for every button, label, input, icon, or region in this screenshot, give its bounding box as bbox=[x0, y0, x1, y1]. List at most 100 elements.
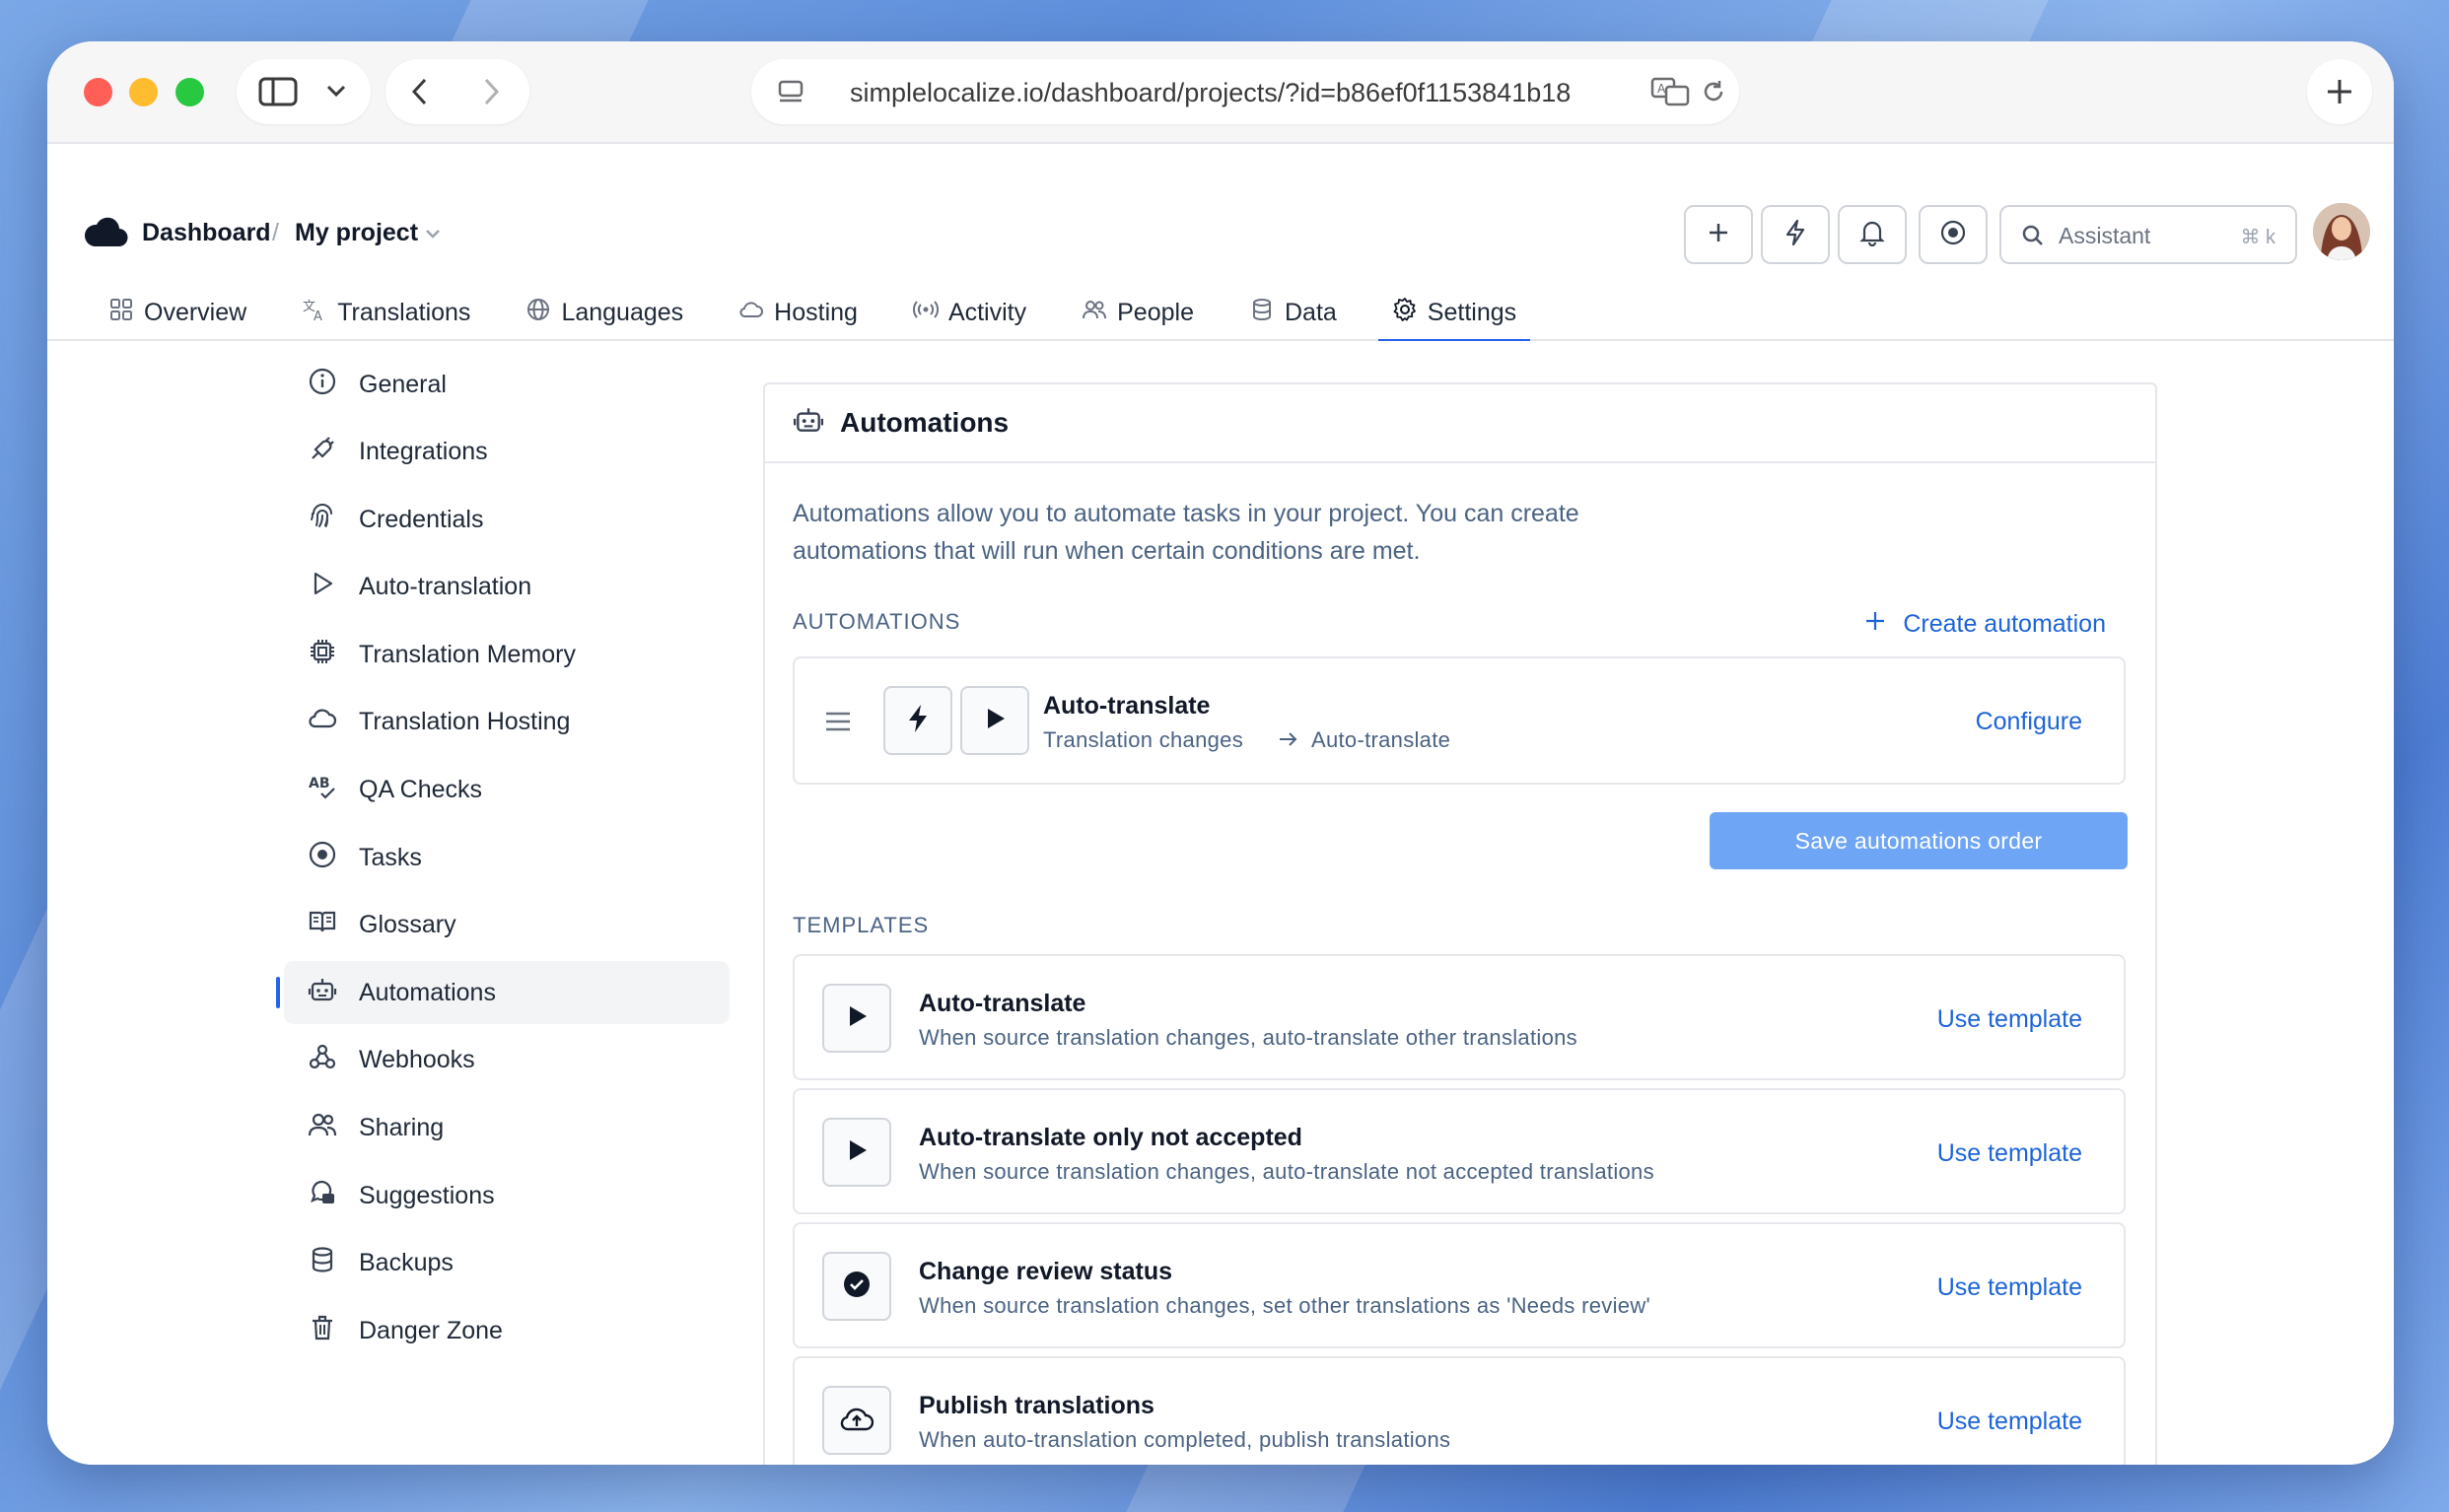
chevron-down-icon[interactable] bbox=[325, 83, 347, 99]
sidebar-item-label: Integrations bbox=[359, 438, 488, 466]
sidebar-item-label: Suggestions bbox=[359, 1181, 495, 1209]
cloud-icon bbox=[308, 704, 359, 740]
sidebar-item-glossary[interactable]: Glossary bbox=[284, 894, 730, 957]
breadcrumb-dashboard[interactable]: Dashboard bbox=[142, 219, 271, 247]
template-title: Change review status bbox=[919, 1258, 1173, 1285]
sidebar-item-sharing[interactable]: Sharing bbox=[284, 1097, 730, 1160]
chevron-down-icon[interactable] bbox=[424, 227, 442, 245]
template-icon-box bbox=[822, 1252, 891, 1321]
cloud-upload-icon bbox=[840, 1404, 875, 1438]
tab-overview[interactable]: Overview bbox=[95, 286, 260, 339]
robot-icon bbox=[308, 975, 359, 1011]
search-icon bbox=[2021, 224, 2045, 252]
panel-description: Automations allow you to automate tasks … bbox=[793, 500, 1579, 565]
plus-icon bbox=[1863, 609, 1887, 640]
quick-actions-button[interactable] bbox=[1761, 205, 1830, 264]
tab-settings[interactable]: Settings bbox=[1377, 286, 1531, 343]
play-icon bbox=[308, 569, 359, 605]
sidebar-item-label: Glossary bbox=[359, 911, 456, 939]
sidebar-item-qa-checks[interactable]: AB QA Checks bbox=[284, 759, 730, 822]
sidebar-item-integrations[interactable]: Integrations bbox=[284, 421, 730, 484]
check-circle-icon bbox=[842, 1270, 872, 1304]
url-text[interactable]: simplelocalize.io/dashboard/projects/?id… bbox=[850, 78, 1619, 108]
create-automation-link[interactable]: Create automation bbox=[1863, 609, 2106, 640]
sidebar-toggle-group bbox=[237, 59, 371, 124]
app-header: Dashboard / My project Assistant ⌘ k Ove… bbox=[47, 144, 2394, 343]
tab-label: Hosting bbox=[774, 298, 858, 326]
add-button[interactable] bbox=[1684, 205, 1753, 264]
tab-translations[interactable]: 文A Translations bbox=[288, 286, 484, 339]
use-template-link[interactable]: Use template bbox=[1937, 1273, 2082, 1302]
target-icon bbox=[308, 840, 359, 876]
project-selector[interactable]: My project bbox=[295, 219, 418, 247]
play-icon bbox=[982, 706, 1008, 736]
cloud-logo-icon[interactable] bbox=[84, 215, 128, 253]
assistant-search[interactable]: Assistant ⌘ k bbox=[1999, 205, 2297, 264]
sidebar-item-backups[interactable]: Backups bbox=[284, 1232, 730, 1295]
sidebar-item-danger-zone[interactable]: Danger Zone bbox=[284, 1299, 730, 1362]
new-tab-button[interactable] bbox=[2307, 59, 2372, 124]
lightning-icon bbox=[904, 703, 932, 739]
template-description: When source translation changes, auto-tr… bbox=[919, 1025, 1577, 1050]
template-title: Publish translations bbox=[919, 1392, 1155, 1419]
reload-icon[interactable] bbox=[1700, 78, 1727, 105]
sidebar-item-label: QA Checks bbox=[359, 776, 483, 804]
templates-section-label: TEMPLATES bbox=[793, 913, 930, 937]
template-icon-box bbox=[822, 984, 891, 1053]
translate-page-icon[interactable]: A bbox=[1650, 76, 1690, 107]
sidebar-item-auto-translation[interactable]: Auto-translation bbox=[284, 556, 730, 619]
minimize-window-button[interactable] bbox=[129, 78, 158, 106]
drag-handle-icon[interactable] bbox=[824, 710, 852, 738]
sidebar-item-label: Webhooks bbox=[359, 1046, 475, 1074]
template-title: Auto-translate only not accepted bbox=[919, 1124, 1302, 1151]
sidebar-item-credentials[interactable]: Credentials bbox=[284, 488, 730, 551]
sidebar-item-label: Backups bbox=[359, 1249, 454, 1277]
back-arrow-icon[interactable] bbox=[409, 77, 431, 106]
sidebar-item-suggestions[interactable]: Suggestions bbox=[284, 1164, 730, 1227]
sidebar-item-general[interactable]: General bbox=[284, 353, 730, 416]
save-automations-order-button[interactable]: Save automations order bbox=[1710, 812, 2128, 869]
forward-arrow-icon[interactable] bbox=[480, 77, 502, 106]
notifications-button[interactable] bbox=[1838, 205, 1907, 264]
sidebar-item-label: Translation Hosting bbox=[359, 708, 571, 736]
address-bar[interactable]: simplelocalize.io/dashboard/projects/?id… bbox=[751, 59, 1739, 124]
tab-label: People bbox=[1117, 298, 1194, 326]
sidebar-toggle-icon[interactable] bbox=[258, 77, 298, 106]
use-template-link[interactable]: Use template bbox=[1937, 1005, 2082, 1034]
tab-label: Activity bbox=[947, 298, 1027, 326]
template-description: When source translation changes, set oth… bbox=[919, 1293, 1651, 1318]
sidebar-item-label: Automations bbox=[359, 978, 496, 1006]
lightning-icon bbox=[1784, 219, 1807, 251]
webhook-icon bbox=[308, 1042, 359, 1078]
robot-icon bbox=[793, 404, 824, 443]
create-automation-label: Create automation bbox=[1903, 610, 2106, 638]
automation-row: Auto-translate Translation changes Auto-… bbox=[793, 656, 2126, 785]
use-template-link[interactable]: Use template bbox=[1937, 1139, 2082, 1168]
record-button[interactable] bbox=[1919, 205, 1988, 264]
users-icon bbox=[1082, 297, 1107, 329]
sidebar-item-tasks[interactable]: Tasks bbox=[284, 826, 730, 889]
avatar[interactable] bbox=[2313, 203, 2370, 260]
sidebar-item-translation-memory[interactable]: Translation Memory bbox=[284, 623, 730, 686]
plug-icon bbox=[308, 434, 359, 470]
template-row: Publish translations When auto-translati… bbox=[793, 1356, 2126, 1465]
gear-icon bbox=[1392, 297, 1418, 329]
record-icon bbox=[1939, 219, 1967, 251]
tab-data[interactable]: Data bbox=[1235, 286, 1351, 339]
sidebar-item-automations[interactable]: Automations bbox=[276, 961, 730, 1025]
configure-link[interactable]: Configure bbox=[1976, 708, 2082, 736]
tab-languages[interactable]: Languages bbox=[512, 286, 697, 339]
tab-activity[interactable]: Activity bbox=[899, 286, 1040, 339]
sidebar-item-webhooks[interactable]: Webhooks bbox=[284, 1029, 730, 1092]
trash-icon bbox=[308, 1313, 359, 1349]
close-window-button[interactable] bbox=[84, 78, 112, 106]
zoom-window-button[interactable] bbox=[175, 78, 204, 106]
users-icon bbox=[308, 1110, 359, 1146]
sidebar-item-translation-hosting[interactable]: Translation Hosting bbox=[284, 691, 730, 754]
sidebar-item-label: Sharing bbox=[359, 1114, 445, 1142]
tab-hosting[interactable]: Hosting bbox=[725, 286, 872, 339]
tab-people[interactable]: People bbox=[1068, 286, 1208, 339]
sidebar-item-label: Translation Memory bbox=[359, 640, 576, 668]
use-template-link[interactable]: Use template bbox=[1937, 1408, 2082, 1436]
arrow-right-icon bbox=[1278, 729, 1299, 754]
